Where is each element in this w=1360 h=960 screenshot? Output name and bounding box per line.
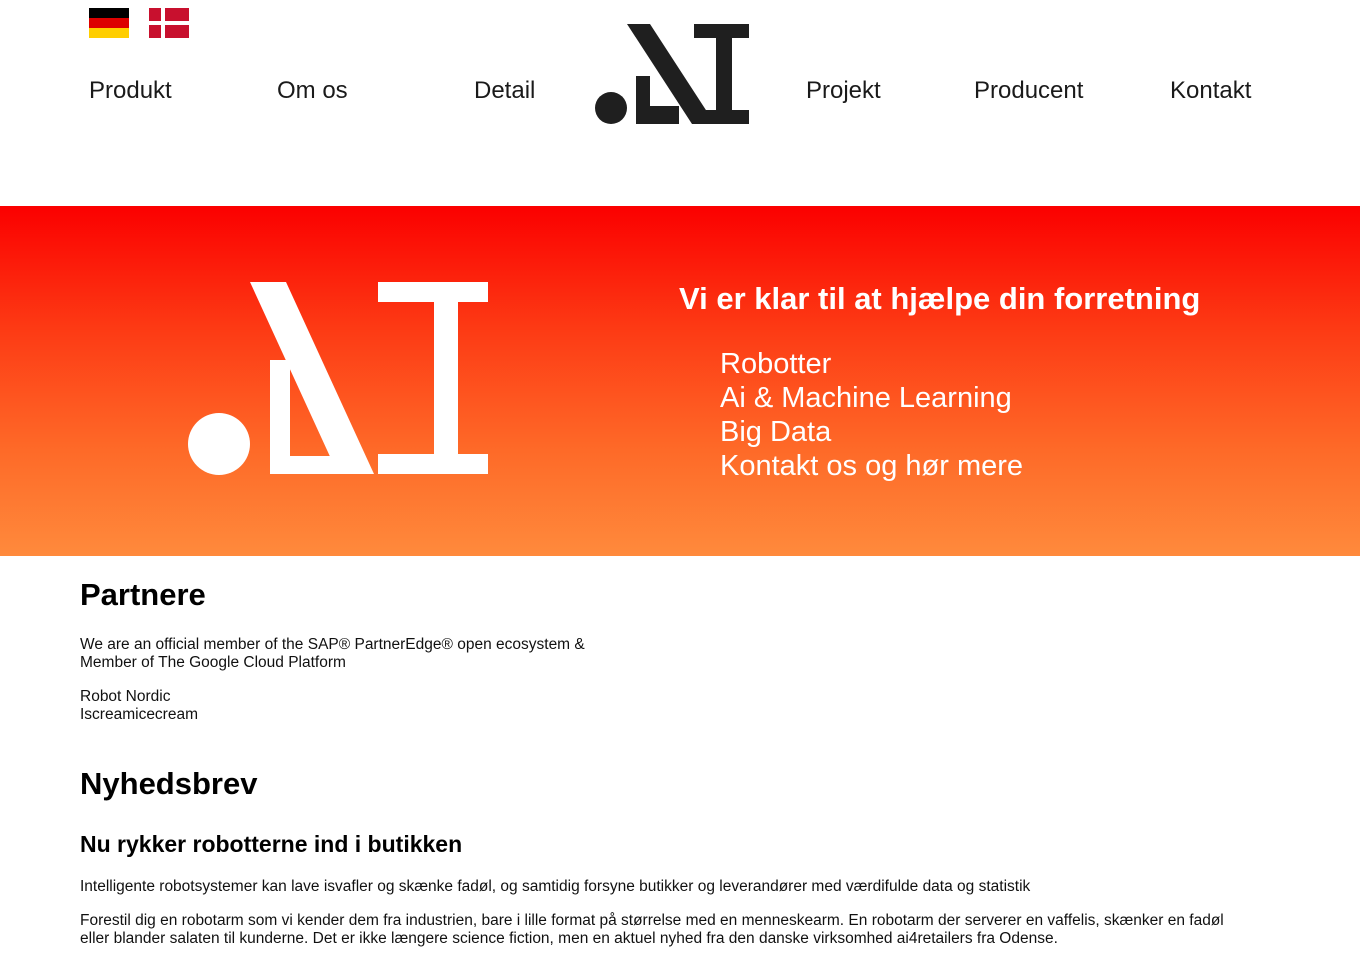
nav-produkt[interactable]: Produkt: [89, 76, 172, 106]
partners-heading: Partnere: [80, 577, 206, 612]
partner-robot-nordic: Robot Nordic: [80, 688, 171, 705]
german-flag-icon[interactable]: [89, 8, 129, 38]
article-paragraph-1: Intelligente robotsystemer kan lave isva…: [80, 878, 1031, 895]
article-title[interactable]: Nu rykker robotterne ind i butikken: [80, 830, 462, 858]
nav-kontakt[interactable]: Kontakt: [1170, 76, 1251, 106]
newsletter-heading: Nyhedsbrev: [80, 766, 258, 801]
partners-intro-line2: Member of The Google Cloud Platform: [80, 654, 346, 671]
hero-title: Vi er klar til at hjælpe din forretning: [679, 281, 1201, 316]
nav-om-os[interactable]: Om os: [277, 76, 348, 106]
hero-list: Robotter Ai & Machine Learning Big Data …: [720, 347, 1023, 483]
article-paragraph-2-line1: Forestil dig en robotarm som vi kender d…: [80, 912, 1224, 929]
site-header: Produkt Om os Detail Projekt Producent K…: [0, 0, 1360, 206]
ai-logo-white-icon: [188, 282, 488, 475]
nav-detail[interactable]: Detail: [474, 76, 535, 106]
partner-iscreamicecream: Iscreamicecream: [80, 706, 198, 723]
hero-item-big-data[interactable]: Big Data: [720, 415, 1023, 449]
hero-item-robotter[interactable]: Robotter: [720, 347, 1023, 381]
danish-flag-icon[interactable]: [149, 8, 189, 38]
hero-item-ai-ml[interactable]: Ai & Machine Learning: [720, 381, 1023, 415]
hero-item-kontakt[interactable]: Kontakt os og hør mere: [720, 449, 1023, 483]
article-paragraph-2-line2: eller blander salaten til kunderne. Det …: [80, 930, 1058, 947]
ai-logo-icon[interactable]: [594, 22, 750, 126]
partners-intro-line1: We are an official member of the SAP® Pa…: [80, 636, 585, 653]
nav-producent[interactable]: Producent: [974, 76, 1083, 106]
nav-projekt[interactable]: Projekt: [806, 76, 881, 106]
hero-banner: Vi er klar til at hjælpe din forretning …: [0, 206, 1360, 556]
